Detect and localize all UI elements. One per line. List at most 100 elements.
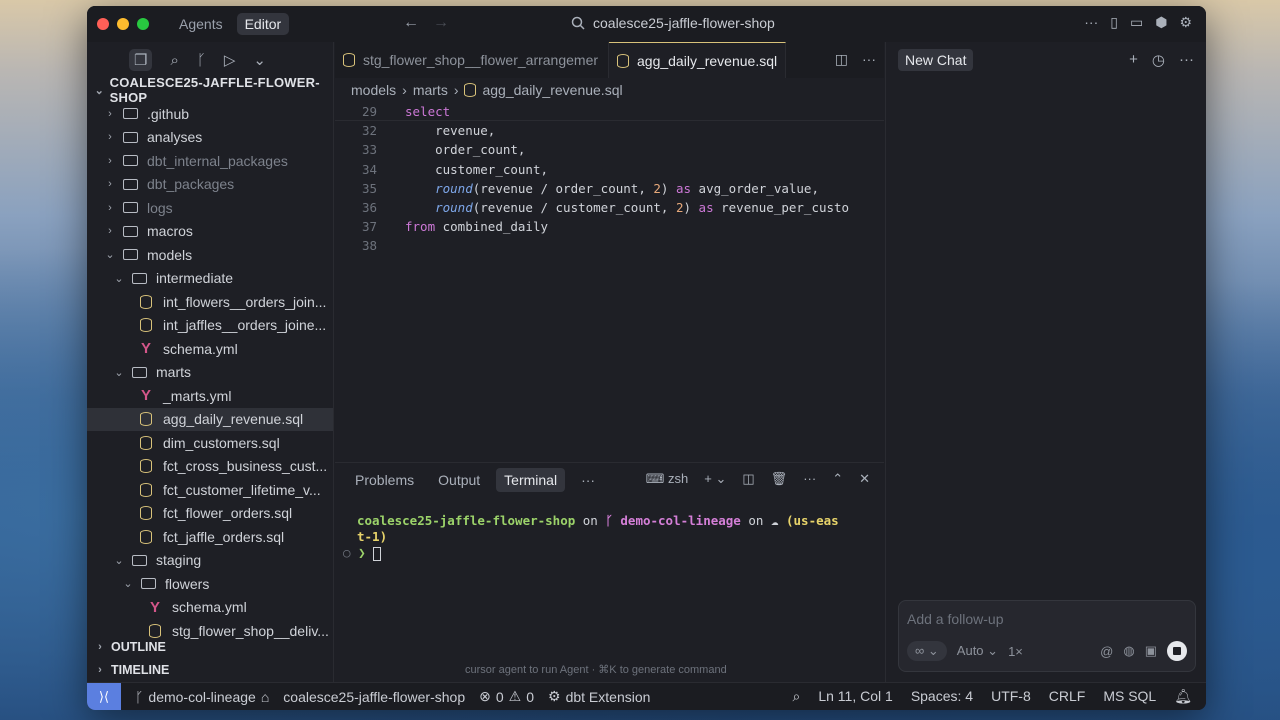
tree-item[interactable]: › macros bbox=[87, 220, 333, 244]
tree-item[interactable]: fct_cross_business_cust... bbox=[87, 455, 333, 479]
tree-item[interactable]: ⌄ marts bbox=[87, 361, 333, 385]
tree-item[interactable]: ⌄ models bbox=[87, 243, 333, 267]
tab-problems[interactable]: Problems bbox=[347, 468, 422, 492]
chevron-down-icon[interactable]: ⌄ bbox=[253, 51, 266, 69]
bell-icon[interactable]: 🔔︎ bbox=[1174, 688, 1192, 705]
cube-icon[interactable]: ⬢ bbox=[1155, 14, 1167, 31]
search-icon[interactable]: ⌕ bbox=[170, 52, 178, 69]
line-ending[interactable]: CRLF bbox=[1049, 688, 1086, 705]
globe-icon[interactable]: ◍ bbox=[1123, 643, 1134, 659]
command-center[interactable]: coalesce25-jaffle-flower-shop bbox=[571, 15, 775, 31]
encoding[interactable]: UTF-8 bbox=[991, 688, 1031, 705]
new-chat-tab[interactable]: New Chat bbox=[898, 49, 974, 71]
terminal-output[interactable]: coalesce25-jaffle-flower-shop on ᚴ demo-… bbox=[335, 497, 884, 561]
files-icon[interactable]: ❐ bbox=[129, 49, 153, 71]
breadcrumb-item[interactable]: models bbox=[351, 82, 396, 98]
breadcrumb-item[interactable]: marts bbox=[413, 82, 448, 98]
history-icon[interactable]: ◷ bbox=[1152, 51, 1165, 69]
tree-item[interactable]: ⌄ flowers bbox=[87, 572, 333, 596]
extension-status[interactable]: ⚙ dbt Extension bbox=[548, 688, 650, 705]
more-icon[interactable]: ··· bbox=[862, 51, 876, 68]
source-control-icon[interactable]: ᚴ bbox=[197, 52, 206, 69]
branch-status[interactable]: ᚴ demo-col-lineage ⌂ bbox=[135, 689, 269, 705]
tree-item-label: macros bbox=[147, 223, 193, 240]
tree-item[interactable]: agg_daily_revenue.sql bbox=[87, 407, 333, 431]
tab-terminal[interactable]: Terminal bbox=[496, 468, 566, 492]
editor-area: stg_flower_shop__flower_arrangemer agg_d… bbox=[335, 42, 884, 462]
tree-item[interactable]: › analyses bbox=[87, 126, 333, 150]
tree-item[interactable]: ⌄ intermediate bbox=[87, 267, 333, 291]
more-icon[interactable]: ··· bbox=[1179, 51, 1194, 69]
breadcrumb-item[interactable]: agg_daily_revenue.sql bbox=[482, 82, 622, 98]
split-terminal-icon[interactable]: ◫ bbox=[742, 471, 754, 487]
tree-item[interactable]: int_flowers__orders_join... bbox=[87, 290, 333, 314]
chat-actions: + ◷ ··· bbox=[1129, 51, 1194, 69]
close-panel-icon[interactable]: ✕ bbox=[859, 471, 870, 487]
project-status[interactable]: coalesce25-jaffle-flower-shop bbox=[283, 689, 465, 705]
trash-icon[interactable]: 🗑 bbox=[771, 471, 788, 487]
remote-icon[interactable]: ⟩⟨ bbox=[87, 683, 121, 710]
database-icon bbox=[464, 83, 477, 97]
terminal-shell-selector[interactable]: ⌨ zsh bbox=[646, 471, 689, 487]
timeline-section[interactable]: › TIMELINE bbox=[87, 658, 334, 682]
indentation[interactable]: Spaces: 4 bbox=[911, 688, 973, 705]
gear-icon[interactable]: ⚙ bbox=[1179, 14, 1192, 31]
folder-icon bbox=[130, 272, 148, 284]
chat-input-box[interactable]: Add a follow-up ∞ ⌄ Auto ⌄ 1× @ ◍ ▣ bbox=[898, 600, 1196, 672]
multiplier[interactable]: 1× bbox=[1008, 644, 1023, 659]
mode-selector[interactable]: ∞ ⌄ bbox=[907, 641, 947, 661]
chevron-right-icon: › bbox=[108, 201, 112, 214]
code-line: 29 select bbox=[335, 102, 884, 122]
term-branch: demo-col-lineage bbox=[620, 513, 741, 528]
tree-item[interactable]: Y _marts.yml bbox=[87, 384, 333, 408]
tree-item[interactable]: fct_jaffle_orders.sql bbox=[87, 525, 333, 549]
language-mode[interactable]: MS SQL bbox=[1103, 688, 1156, 705]
more-icon[interactable]: ··· bbox=[803, 471, 816, 487]
minimize-window-button[interactable] bbox=[117, 18, 129, 30]
maximize-panel-icon[interactable]: ⌃ bbox=[832, 471, 843, 487]
tree-item[interactable]: int_jaffles__orders_joine... bbox=[87, 314, 333, 338]
maximize-window-button[interactable] bbox=[137, 18, 149, 30]
toggle-panel-icon[interactable]: ▭ bbox=[1130, 14, 1143, 31]
more-icon[interactable]: ··· bbox=[1084, 14, 1098, 31]
tab-stg-flower-shop[interactable]: stg_flower_shop__flower_arrangemer bbox=[335, 42, 609, 78]
project-header[interactable]: ⌄ COALESCE25-JAFFLE-FLOWER-SHOP bbox=[87, 75, 333, 105]
yaml-icon: Y bbox=[149, 598, 160, 616]
tree-item[interactable]: › dbt_internal_packages bbox=[87, 149, 333, 173]
problems-status[interactable]: ⊗ 0 ⚠ 0 bbox=[479, 688, 534, 705]
code-editor[interactable]: 29 select 32 revenue, 33 order_count, 34 cus… bbox=[335, 102, 884, 256]
tree-item[interactable]: fct_customer_lifetime_v... bbox=[87, 478, 333, 502]
model-selector[interactable]: Auto ⌄ bbox=[957, 643, 998, 659]
tree-item[interactable]: Yschema.yml bbox=[87, 337, 333, 361]
close-window-button[interactable] bbox=[97, 18, 109, 30]
tree-item-label: logs bbox=[147, 199, 173, 216]
back-arrow-icon[interactable]: ← bbox=[403, 14, 419, 32]
outline-section[interactable]: › OUTLINE bbox=[87, 635, 334, 659]
tree-item[interactable]: › logs bbox=[87, 196, 333, 220]
zoom-icon[interactable]: ⌕ bbox=[793, 688, 801, 705]
tree-item[interactable]: fct_flower_orders.sql bbox=[87, 502, 333, 526]
plus-icon[interactable]: + bbox=[1129, 51, 1138, 69]
tab-output[interactable]: Output bbox=[430, 468, 488, 492]
split-editor-icon[interactable]: ◫ bbox=[835, 51, 848, 68]
new-terminal-icon[interactable]: + ⌄ bbox=[704, 471, 726, 487]
tab-editor[interactable]: Editor bbox=[236, 13, 290, 35]
forward-arrow-icon[interactable]: → bbox=[433, 14, 449, 32]
chevron-right-icon: › bbox=[108, 107, 112, 120]
tab-agents[interactable]: Agents bbox=[171, 13, 231, 35]
tree-item[interactable]: › dbt_packages bbox=[87, 173, 333, 197]
folder-icon bbox=[121, 178, 139, 190]
panel-more-button[interactable]: ··· bbox=[573, 468, 603, 492]
cursor-position[interactable]: Ln 11, Col 1 bbox=[818, 688, 892, 705]
tree-item[interactable]: ⌄ staging bbox=[87, 549, 333, 573]
stop-button[interactable] bbox=[1167, 641, 1187, 661]
window-controls bbox=[97, 18, 149, 30]
tree-item[interactable]: dim_customers.sql bbox=[87, 431, 333, 455]
tree-item[interactable]: Yschema.yml bbox=[87, 596, 333, 620]
image-icon[interactable]: ▣ bbox=[1145, 643, 1157, 659]
run-debug-icon[interactable]: ▷ bbox=[224, 51, 236, 69]
toggle-sidebar-icon[interactable]: ▯ bbox=[1110, 14, 1118, 31]
at-icon[interactable]: @ bbox=[1100, 644, 1113, 659]
tree-item[interactable]: › .github bbox=[87, 102, 333, 126]
tab-agg-daily-revenue[interactable]: agg_daily_revenue.sql bbox=[609, 42, 787, 78]
